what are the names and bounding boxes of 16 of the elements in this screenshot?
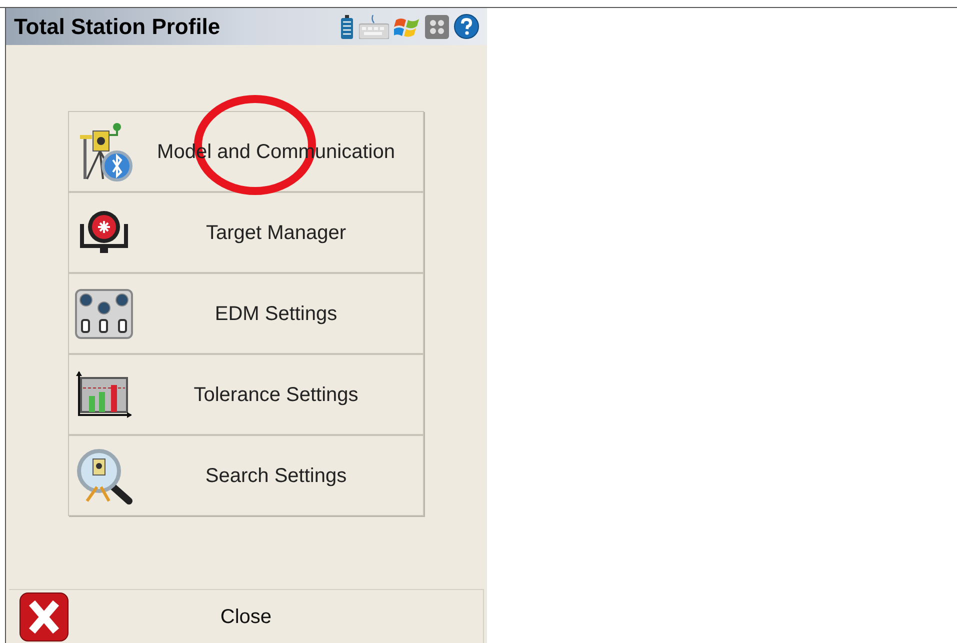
- close-button[interactable]: Close: [9, 589, 484, 643]
- menu-button[interactable]: Search Settings: [68, 435, 424, 516]
- dials-panel-icon: [75, 288, 133, 338]
- magnifier-instrument-icon: [75, 446, 133, 504]
- control-panel-icon[interactable]: [425, 14, 449, 38]
- help-icon[interactable]: [454, 14, 479, 39]
- target-prism-icon: [78, 210, 130, 256]
- close-icon: [19, 592, 69, 642]
- flag-icon[interactable]: [394, 16, 420, 38]
- keyboard-icon[interactable]: [359, 14, 389, 38]
- battery-icon[interactable]: [340, 14, 354, 38]
- window-title: Total Station Profile: [14, 13, 220, 41]
- bar-graph-icon: [75, 370, 133, 420]
- menu-button[interactable]: Target Manager: [68, 192, 424, 273]
- menu-button[interactable]: Tolerance Settings: [68, 354, 424, 435]
- menu-button[interactable]: EDM Settings: [68, 273, 424, 354]
